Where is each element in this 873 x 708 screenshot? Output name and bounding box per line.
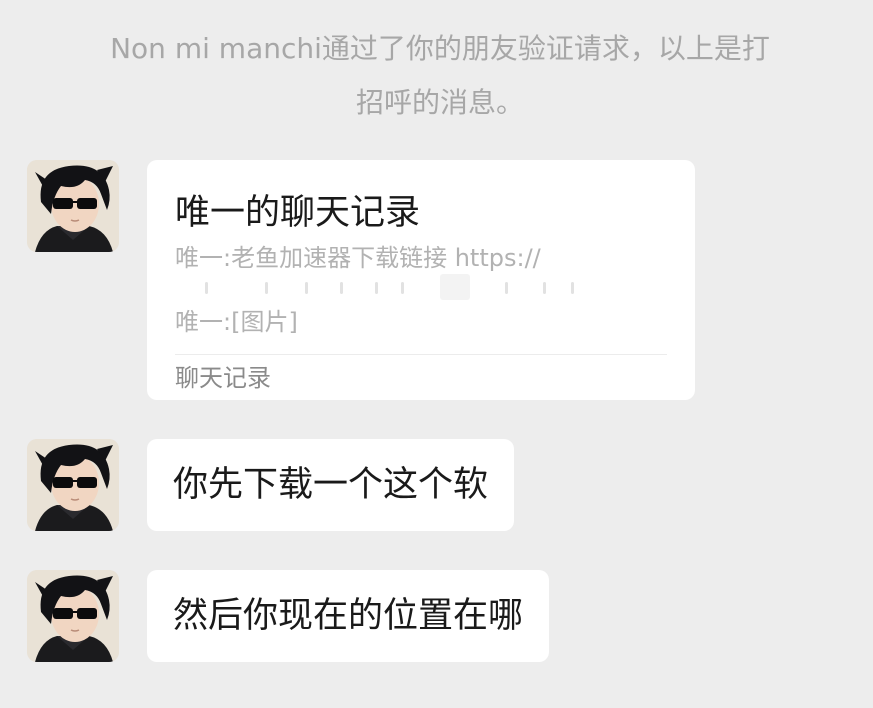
chat-record-line: 唯一:老鱼加速器下载链接 https:// [175,244,541,272]
system-notice-line-2: 招呼的消息。 [355,86,524,119]
system-notice: Non mi manchi通过了你的朋友验证请求，以上是打 招呼的消息。 [40,22,840,130]
card-divider [175,354,667,355]
avatar-image [27,439,119,531]
chat-record-card[interactable]: 唯一的聊天记录 唯一:老鱼加速器下载链接 https:// 唯一:[图片] 聊天… [147,160,695,400]
avatar[interactable] [27,570,119,662]
avatar[interactable] [27,160,119,252]
text-message-bubble[interactable]: 然后你现在的位置在哪 [147,570,550,662]
avatar-image [27,570,119,662]
chat-record-line: 唯一:[图片] [175,308,298,336]
blurred-link-text [175,272,595,302]
text-message-bubble[interactable]: 你先下载一个这个软 [147,439,515,531]
avatar-image [27,160,119,252]
message-text: 你先下载一个这个软 [173,465,489,505]
avatar[interactable] [27,439,119,531]
chat-record-footer: 聊天记录 [175,364,271,392]
message-text: 然后你现在的位置在哪 [173,596,524,636]
chat-record-title: 唯一的聊天记录 [175,193,421,233]
system-notice-line-1: Non mi manchi通过了你的朋友验证请求，以上是打 [110,32,770,65]
